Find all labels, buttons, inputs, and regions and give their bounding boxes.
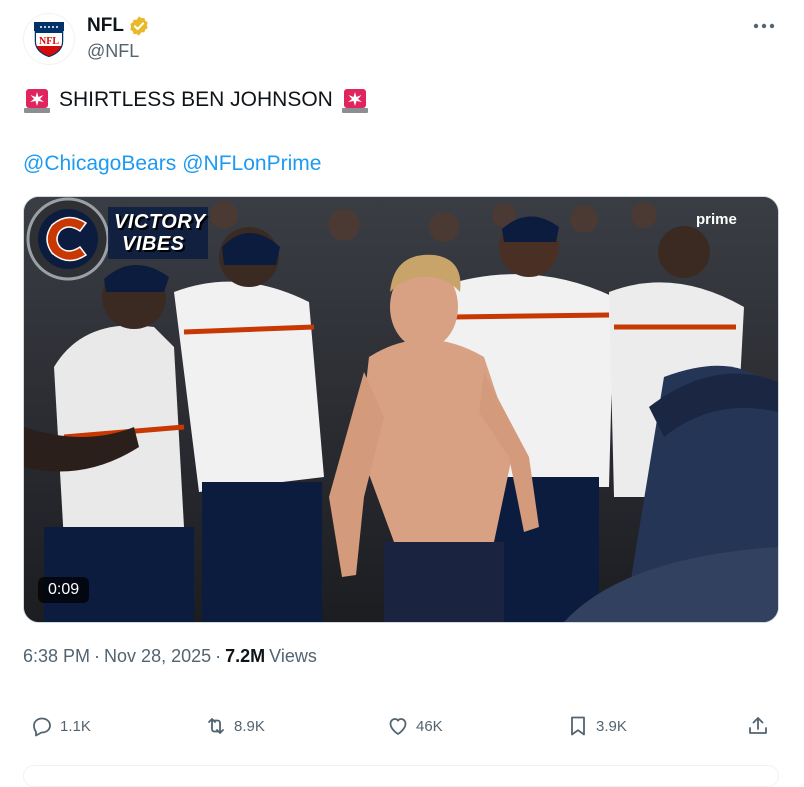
repost-button[interactable]: 8.9K bbox=[204, 714, 265, 738]
heart-icon bbox=[389, 718, 407, 735]
video-player[interactable]: VICTORY VIBES prime 0:09 bbox=[23, 196, 779, 623]
author-name-row[interactable]: NFL bbox=[87, 15, 150, 37]
share-icon bbox=[749, 717, 767, 734]
like-count: 46K bbox=[416, 717, 443, 735]
repost-icon bbox=[208, 718, 224, 734]
tweet-time[interactable]: 6:38 PM bbox=[23, 646, 90, 667]
reply-count: 1.1K bbox=[60, 717, 91, 735]
bookmark-count: 3.9K bbox=[596, 717, 627, 735]
like-button[interactable]: 46K bbox=[386, 714, 443, 738]
views-count: 7.2M bbox=[225, 646, 266, 666]
overlay-title-line1: VICTORY bbox=[114, 211, 206, 233]
avatar[interactable]: NFL bbox=[23, 13, 75, 65]
gold-verified-icon bbox=[130, 16, 148, 36]
mention-link[interactable]: @ChicagoBears bbox=[23, 150, 176, 178]
overlay-title-line2: VIBES bbox=[122, 233, 185, 255]
video-frame bbox=[24, 197, 778, 622]
bookmark-icon bbox=[571, 716, 585, 736]
tweet-card: NFL NFL @NFL SHIRTLESS BEN JOHNSON @Chic… bbox=[0, 0, 804, 787]
tweet-body-text: SHIRTLESS BEN JOHNSON bbox=[59, 88, 333, 111]
nfl-shield-logo-icon: NFL bbox=[33, 21, 65, 59]
reply-button[interactable]: 1.1K bbox=[30, 714, 91, 738]
tweet-meta: 6:38 PM · Nov 28, 2025 · 7.2M Views bbox=[23, 646, 317, 667]
reply-composer-edge bbox=[23, 765, 779, 787]
tweet-date[interactable]: Nov 28, 2025 bbox=[104, 646, 211, 667]
more-horizontal-icon bbox=[753, 23, 775, 29]
broadcaster-mark: prime bbox=[696, 211, 737, 228]
svg-text:NFL: NFL bbox=[39, 36, 59, 47]
video-duration: 0:09 bbox=[38, 577, 90, 603]
repost-count: 8.9K bbox=[234, 717, 265, 735]
meta-separator: · bbox=[215, 646, 222, 666]
mention-link[interactable]: @NFLonPrime bbox=[182, 150, 321, 178]
meta-separator: · bbox=[94, 646, 101, 666]
display-name[interactable]: NFL bbox=[87, 15, 124, 37]
siren-emoji-icon bbox=[24, 89, 50, 113]
tweet-text: SHIRTLESS BEN JOHNSON bbox=[23, 86, 369, 114]
bookmark-button[interactable]: 3.9K bbox=[566, 714, 627, 738]
views-label: Views bbox=[269, 646, 317, 666]
siren-emoji-icon bbox=[341, 89, 368, 113]
handle[interactable]: @NFL bbox=[87, 41, 139, 62]
reply-icon bbox=[33, 717, 51, 737]
mentions: @ChicagoBears @NFLonPrime bbox=[23, 150, 321, 178]
action-bar: 1.1K 8.9K 46K 3.9K bbox=[0, 706, 804, 746]
more-options-button[interactable] bbox=[746, 14, 782, 38]
share-button[interactable] bbox=[746, 714, 770, 738]
